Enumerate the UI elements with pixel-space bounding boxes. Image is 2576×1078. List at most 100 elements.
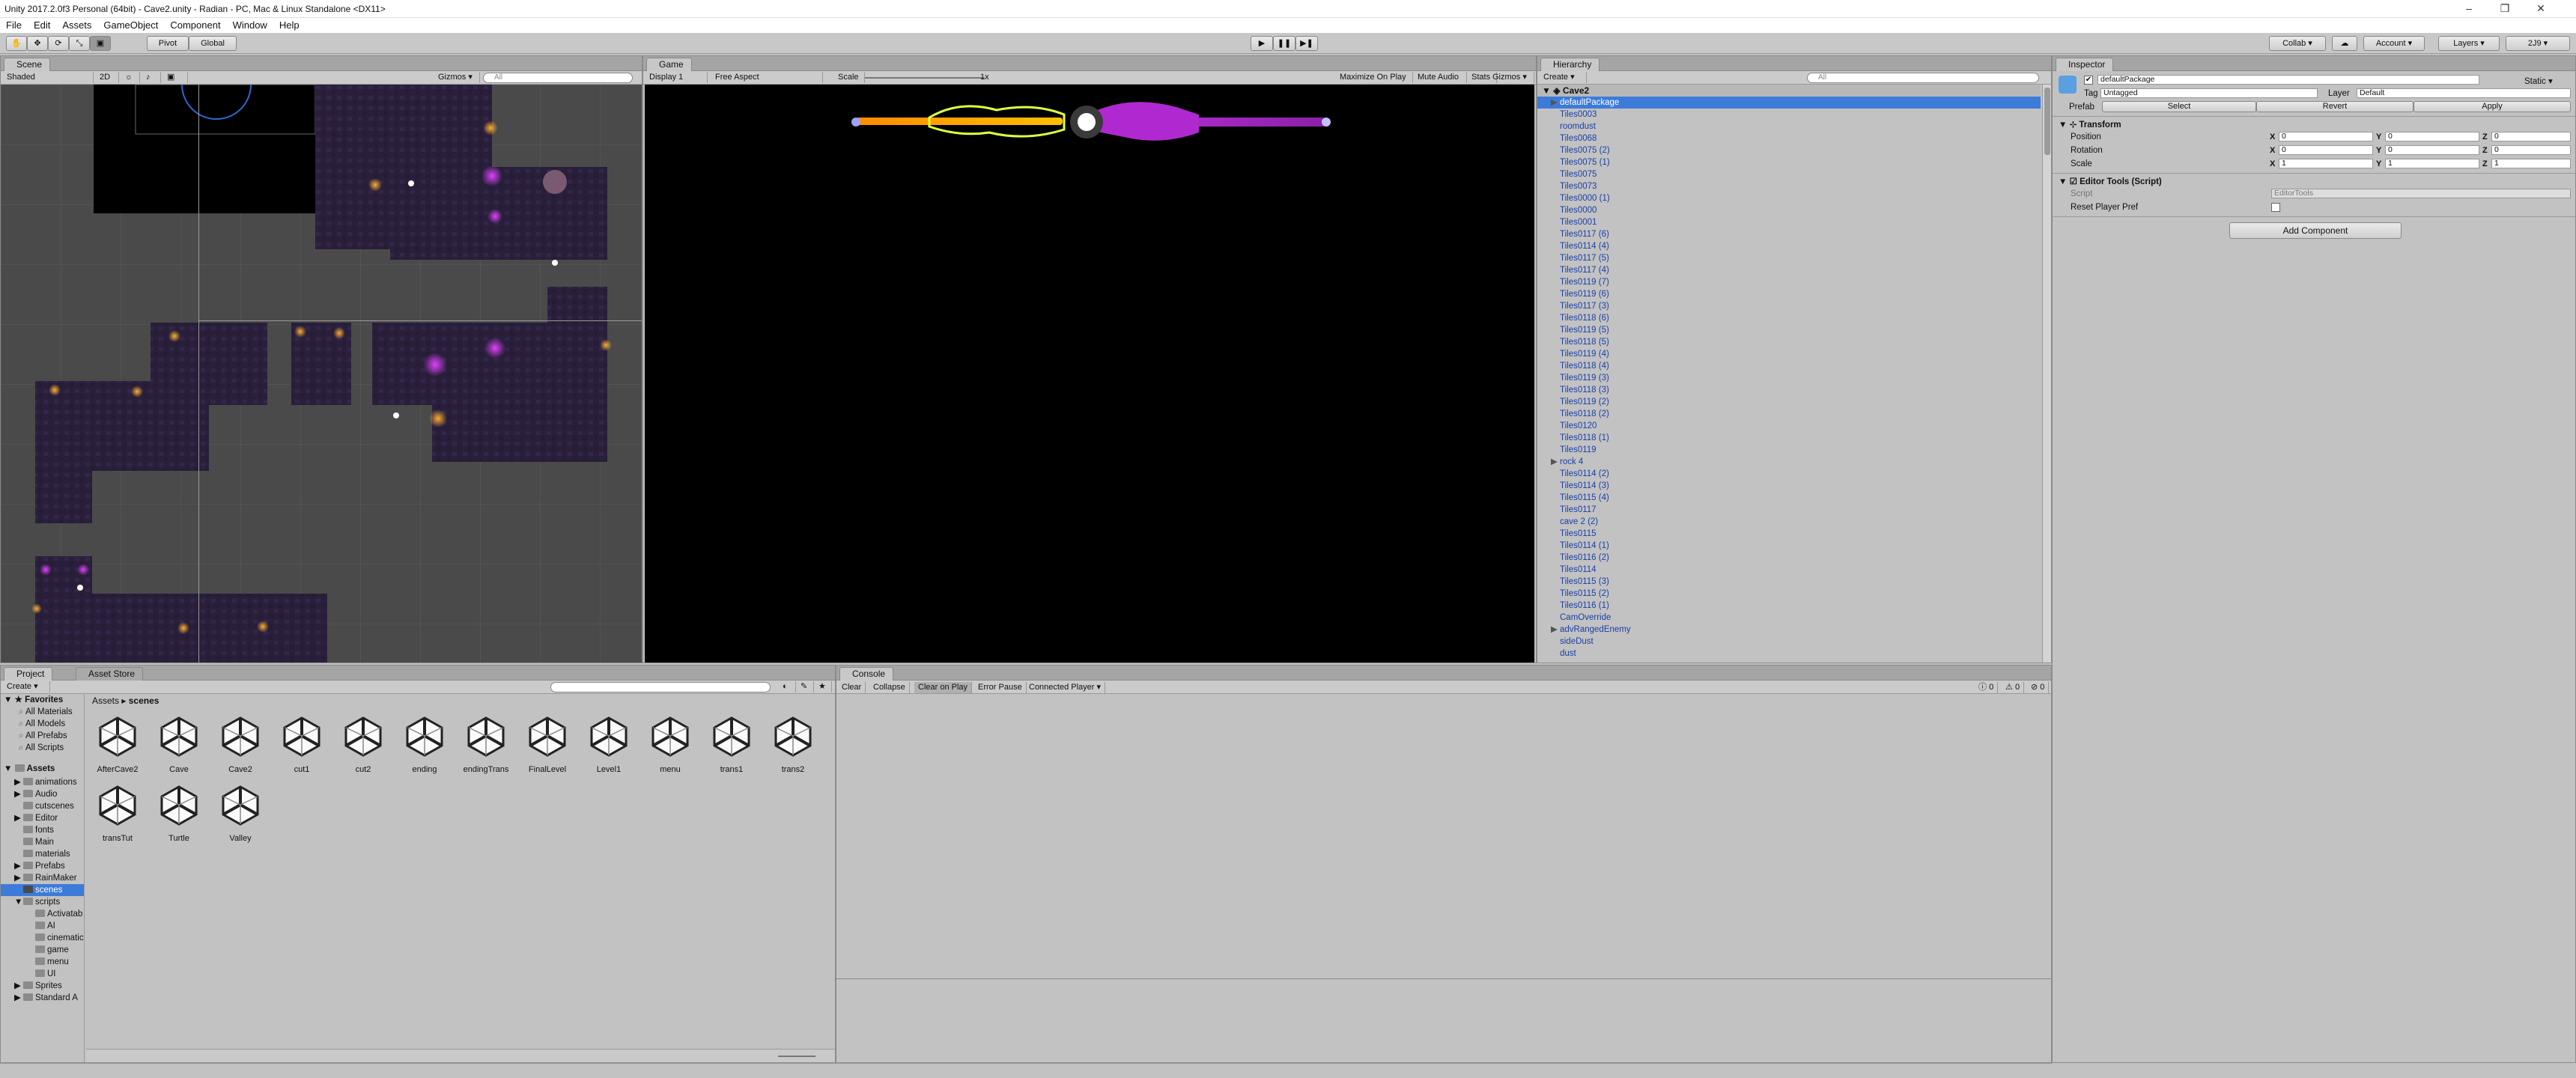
console-warning-toggle[interactable]: ⚠ 0 [2002, 682, 2025, 693]
console-collapse-button[interactable]: Collapse [869, 682, 910, 693]
console-error-pause-toggle[interactable]: Error Pause [974, 682, 1027, 693]
hierarchy-item[interactable]: Tiles0075 (1) [1537, 156, 2041, 168]
step-button[interactable]: ▶❚ [1295, 36, 1318, 51]
hierarchy-item[interactable]: Tiles0114 (1) [1537, 540, 2041, 552]
hierarchy-item[interactable]: ▶ advRangedEnemy [1537, 624, 2041, 636]
hierarchy-item[interactable]: Tiles0114 (2) [1537, 468, 2041, 480]
play-button[interactable]: ▶ [1251, 36, 1273, 51]
scene-gizmos-dropdown[interactable]: Gizmos ▾ [435, 72, 480, 83]
prefab-revert-button[interactable]: Revert [2256, 101, 2414, 112]
layout-dropdown[interactable]: 2J9 ▾ [2506, 36, 2570, 51]
project-search-input[interactable] [550, 682, 771, 692]
mode-2d-toggle[interactable]: 2D [97, 72, 119, 83]
hierarchy-search-input[interactable]: All [1807, 73, 2039, 83]
prefab-apply-button[interactable]: Apply [2414, 101, 2571, 112]
shading-dropdown[interactable]: Shaded [4, 72, 94, 83]
object-name-field[interactable]: defaultPackage [2097, 75, 2479, 85]
rotation-z-field[interactable]: 0 [2491, 145, 2571, 155]
menu-edit[interactable]: Edit [28, 18, 56, 33]
scene-asset[interactable]: cut2 [336, 715, 390, 781]
scene-asset[interactable]: menu [643, 715, 697, 781]
game-viewport[interactable] [645, 85, 1534, 663]
restore-button[interactable]: ❐ [2488, 0, 2522, 18]
hierarchy-item[interactable]: Tiles0114 (4) [1537, 240, 2041, 252]
hierarchy-item[interactable]: Tiles0075 (2) [1537, 144, 2041, 156]
console-splitter[interactable] [836, 978, 2051, 979]
hierarchy-item[interactable]: Tiles0001 [1537, 216, 2041, 228]
hierarchy-item[interactable]: cave 2 (2) [1537, 516, 2041, 528]
folder-item[interactable]: ▶ Prefabs [14, 860, 84, 872]
hierarchy-item[interactable]: Tiles0115 (4) [1537, 492, 2041, 504]
favorite-item[interactable]: ⌕ All Scripts [19, 742, 64, 754]
hierarchy-item[interactable]: Tiles0117 (4) [1537, 264, 2041, 276]
folder-item[interactable]: fonts [14, 824, 84, 836]
favorites-header[interactable]: ▼ ★ Favorites [4, 694, 63, 706]
folder-item[interactable]: ▶ animations [14, 776, 84, 788]
folder-item[interactable]: game [26, 944, 84, 956]
script-enabled-checkbox[interactable]: ☑ [2070, 177, 2077, 186]
pivot-toggle[interactable]: Pivot [147, 36, 189, 51]
folder-fold-arrow-icon[interactable]: ▶ [14, 872, 23, 884]
menu-file[interactable]: File [0, 18, 28, 33]
collab-button[interactable]: Collab ▾ [2269, 36, 2326, 51]
hierarchy-item[interactable]: Tiles0075 [1537, 168, 2041, 180]
position-y-field[interactable]: 0 [2385, 132, 2479, 141]
icon-size-slider[interactable] [778, 1056, 815, 1057]
scene-asset[interactable]: Level1 [582, 715, 636, 781]
hierarchy-item[interactable]: Tiles0003 [1537, 109, 2041, 121]
rotate-tool-icon[interactable]: ⟳ [48, 36, 69, 51]
hierarchy-item[interactable]: Tiles0068 [1537, 133, 2041, 144]
hand-tool-icon[interactable]: ✋ [6, 36, 27, 51]
lighting-icon[interactable]: ☼ [122, 72, 140, 83]
scene-asset[interactable]: Valley [213, 784, 267, 850]
audio-icon[interactable]: ♪ [143, 72, 161, 83]
reset-player-pref-checkbox[interactable] [2271, 203, 2280, 212]
scene-viewport[interactable] [1, 85, 642, 663]
minimize-button[interactable]: – [2452, 0, 2486, 18]
hierarchy-item[interactable]: Tiles0117 (3) [1537, 300, 2041, 312]
hierarchy-item[interactable]: Tiles0000 (1) [1537, 192, 2041, 204]
tab-hierarchy[interactable]: Hierarchy [1540, 58, 1600, 71]
favorite-item[interactable]: ⌕ All Materials [19, 706, 73, 718]
scene-asset[interactable]: ending [398, 715, 452, 781]
global-toggle[interactable]: Global [189, 36, 237, 51]
static-toggle[interactable]: Static ▾ [2524, 76, 2553, 86]
scene-search-input[interactable]: All [483, 73, 633, 83]
transform-header[interactable]: ▼ ⊹ Transform [2059, 119, 2121, 130]
pause-button[interactable]: ❚❚ [1273, 36, 1295, 51]
assets-header[interactable]: ▼ Assets [4, 763, 55, 775]
tab-console[interactable]: Console [839, 667, 894, 680]
scene-asset[interactable]: cut1 [275, 715, 329, 781]
hierarchy-item[interactable]: Tiles0120 [1537, 420, 2041, 432]
hierarchy-item[interactable]: Tiles0117 [1537, 504, 2041, 516]
scale-y-field[interactable]: 1 [2385, 159, 2479, 168]
close-button[interactable]: ✕ [2524, 0, 2558, 18]
display-dropdown[interactable]: Display 1 [646, 72, 708, 83]
rect-tool-icon[interactable]: ▣ [90, 36, 111, 51]
hierarchy-item[interactable]: Tiles0118 (1) [1537, 432, 2041, 444]
hierarchy-item[interactable]: Tiles0118 (2) [1537, 408, 2041, 420]
hierarchy-item[interactable]: Tiles0073 [1537, 180, 2041, 192]
aspect-dropdown[interactable]: Free Aspect [712, 72, 823, 83]
console-connected-player-dropdown[interactable]: Connected Player ▾ [1025, 682, 1106, 693]
scene-asset[interactable]: Cave2 [213, 715, 267, 781]
folder-fold-arrow-icon[interactable]: ▶ [14, 788, 23, 800]
foldout-arrow-icon[interactable]: ▶ [1551, 624, 1560, 636]
menu-component[interactable]: Component [164, 18, 226, 33]
menu-gameobject[interactable]: GameObject [97, 18, 164, 33]
hierarchy-scrollbar[interactable] [2042, 85, 2051, 663]
folder-item[interactable]: menu [26, 956, 84, 968]
scene-asset[interactable]: trans2 [766, 715, 820, 781]
scene-asset[interactable]: transTut [91, 784, 145, 850]
folder-item[interactable]: ▼ scripts [14, 896, 84, 908]
tag-dropdown[interactable]: Untagged [2100, 88, 2318, 98]
folder-fold-arrow-icon[interactable]: ▼ [14, 896, 23, 908]
cloud-icon[interactable]: ☁ [2332, 36, 2357, 51]
game-gizmos-dropdown[interactable]: Gizmos ▾ [1489, 72, 1534, 83]
hierarchy-item[interactable]: Tiles0000 [1537, 204, 2041, 216]
hierarchy-item[interactable]: sideDust [1537, 636, 2041, 648]
mute-audio-toggle[interactable]: Mute Audio [1415, 72, 1467, 83]
hierarchy-item[interactable]: Tiles0117 (5) [1537, 252, 2041, 264]
breadcrumb-root[interactable]: Assets [92, 695, 119, 706]
folder-item[interactable]: scenes [1, 884, 84, 896]
